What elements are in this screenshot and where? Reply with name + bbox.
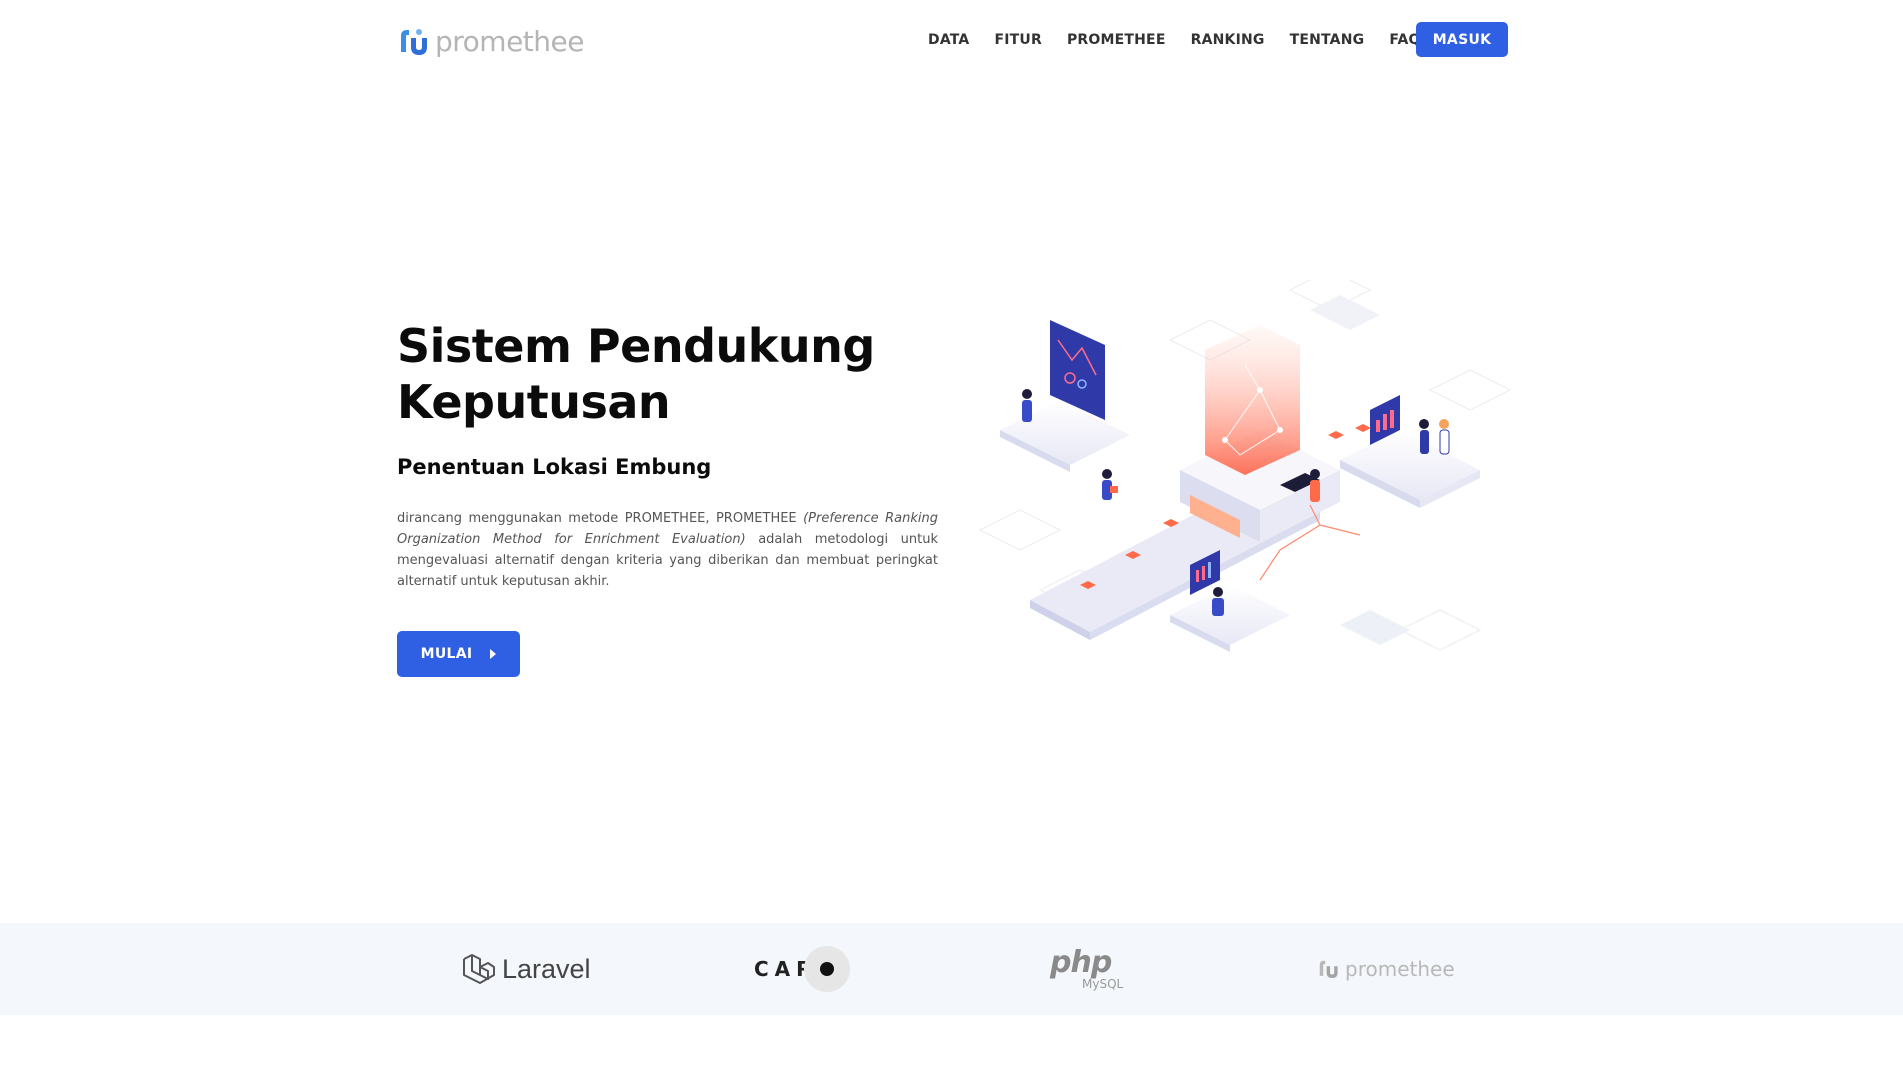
hero-title: Sistem Pendukung Keputusan <box>397 319 875 429</box>
nav-item-ranking[interactable]: RANKING <box>1191 22 1265 58</box>
partner-carto: CART <box>754 923 851 1015</box>
promethee-logo-icon <box>401 29 427 55</box>
brand-logo[interactable]: promethee <box>397 26 584 58</box>
start-button-label: MULAI <box>420 646 473 662</box>
main-nav: DATA FITUR PROMETHEE RANKING TENTANG FAQ <box>928 22 1451 58</box>
php-label: php <box>1050 945 1112 980</box>
laravel-logo-icon <box>463 954 495 984</box>
laravel-label: Laravel <box>502 953 591 984</box>
promethee-logo-icon <box>1319 960 1338 978</box>
login-button[interactable]: MASUK <box>1416 22 1508 57</box>
hero-illustration <box>978 280 1512 652</box>
nav-item-promethee[interactable]: PROMETHEE <box>1067 22 1166 58</box>
carto-logo-icon <box>804 946 851 992</box>
partners-strip: Laravel CART php MySQL promethee <box>0 923 1903 1015</box>
hero-description: dirancang menggunakan metode PROMETHEE, … <box>397 508 938 592</box>
hero-desc-text: dirancang menggunakan metode PROMETHEE, … <box>397 511 804 526</box>
partner-promethee: promethee <box>1317 923 1455 1015</box>
caret-right-icon <box>490 649 497 659</box>
partner-php-mysql: php MySQL <box>1050 923 1123 1015</box>
mysql-label: MySQL <box>1082 977 1124 991</box>
brand-name: promethee <box>435 25 584 58</box>
hero-subtitle: Penentuan Lokasi Embung <box>397 455 712 479</box>
promethee-label: promethee <box>1345 957 1455 981</box>
partner-laravel: Laravel <box>462 923 591 1015</box>
site-header: promethee DATA FITUR PROMETHEE RANKING T… <box>0 0 1903 80</box>
nav-item-data[interactable]: DATA <box>928 22 969 58</box>
start-button[interactable]: MULAI <box>397 631 520 677</box>
nav-item-tentang[interactable]: TENTANG <box>1290 22 1365 58</box>
nav-item-fitur[interactable]: FITUR <box>994 22 1041 58</box>
